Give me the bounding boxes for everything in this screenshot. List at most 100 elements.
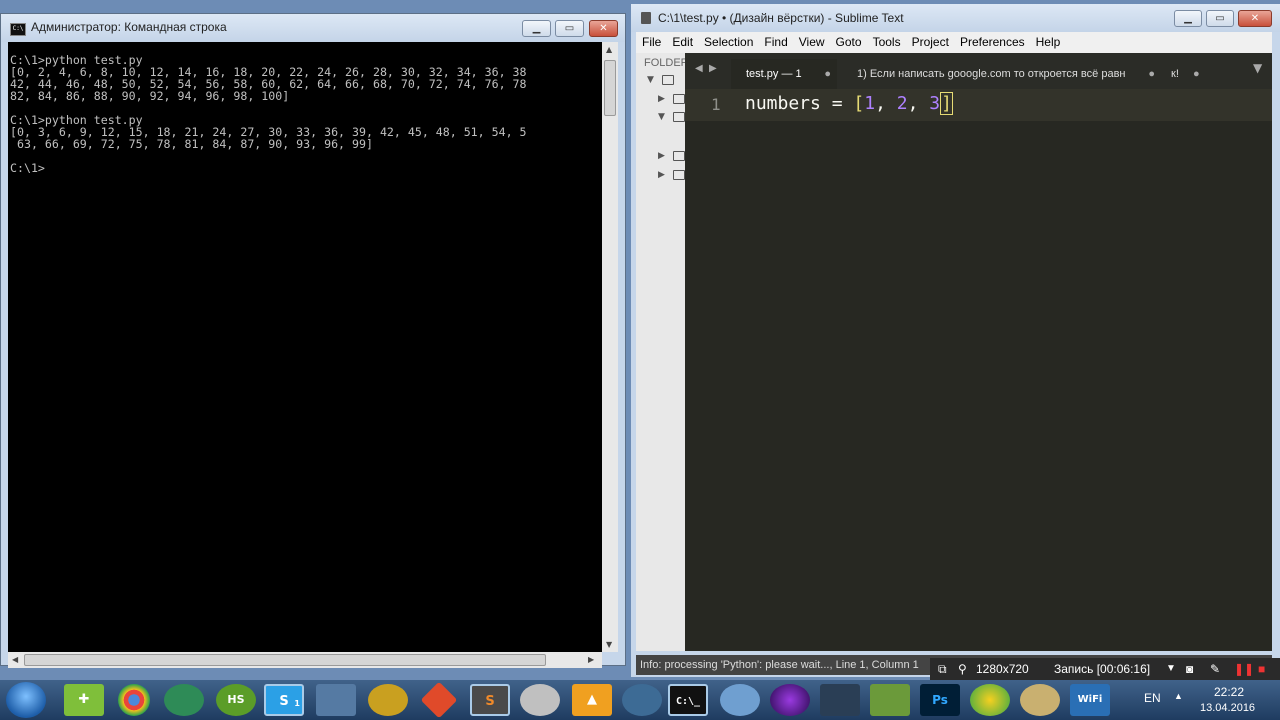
- sublime-window[interactable]: C:\1\test.py • (Дизайн вёрстки) - Sublim…: [631, 4, 1280, 677]
- menu-help[interactable]: Help: [1030, 32, 1066, 49]
- app-icon[interactable]: [520, 684, 560, 716]
- app-icon[interactable]: [622, 684, 662, 716]
- app-icon[interactable]: [820, 684, 860, 716]
- language-indicator[interactable]: EN: [1144, 691, 1161, 705]
- tab-partial[interactable]: к! ●: [1169, 59, 1239, 89]
- close-button[interactable]: ✕: [589, 20, 618, 37]
- sidebar-header: FOLDERS: [644, 57, 685, 69]
- globe-icon[interactable]: [164, 684, 204, 716]
- folder-icon[interactable]: [673, 94, 685, 104]
- zoom-icon[interactable]: ⚲: [958, 658, 967, 680]
- app-icon[interactable]: [720, 684, 760, 716]
- git-icon[interactable]: [420, 681, 458, 719]
- tab-label: 1) Если написать gooogle.com то откроетс…: [857, 68, 1126, 80]
- menu-goto[interactable]: Goto: [830, 32, 867, 49]
- scroll-thumb[interactable]: [604, 60, 616, 116]
- cmd-window[interactable]: C:\ Администратор: Командная строка ▁ ▭ …: [0, 13, 626, 668]
- start-button[interactable]: [6, 682, 46, 718]
- menu-project[interactable]: Project: [906, 32, 954, 49]
- skype-icon[interactable]: S1: [264, 684, 304, 716]
- menu-file[interactable]: File: [636, 32, 666, 49]
- cmd-icon[interactable]: C:\_: [668, 684, 708, 716]
- wifi-icon[interactable]: WiFi: [1070, 684, 1110, 716]
- sublime-icon[interactable]: S: [470, 684, 510, 716]
- scroll-up-icon[interactable]: ▲: [606, 45, 612, 54]
- recording-timer: Запись [00:06:16]: [1054, 662, 1151, 676]
- cmd-titlebar[interactable]: C:\ Администратор: Командная строка ▁ ▭ …: [1, 14, 625, 42]
- app-icon[interactable]: [1020, 684, 1060, 716]
- collapse-triangle-icon[interactable]: ▶: [658, 151, 665, 161]
- code-number: 2: [896, 93, 908, 114]
- code-separator: ,: [907, 93, 930, 114]
- close-button[interactable]: ✕: [1238, 10, 1272, 27]
- app-icon[interactable]: [970, 684, 1010, 716]
- expand-triangle-icon[interactable]: ▼: [658, 112, 665, 122]
- pause-icon[interactable]: ❚❚: [1234, 658, 1254, 680]
- code-bracket: ]: [940, 92, 953, 115]
- collapse-triangle-icon[interactable]: ▶: [658, 170, 665, 180]
- console-area[interactable]: C:\1>python test.py [0, 2, 4, 6, 8, 10, …: [8, 42, 602, 652]
- scroll-right-icon[interactable]: ▶: [588, 655, 594, 664]
- app-icon[interactable]: [316, 684, 356, 716]
- code-number: 3: [929, 93, 941, 114]
- code-editor[interactable]: 1 numbers = [1, 2, 3]: [685, 89, 1272, 651]
- app-icon[interactable]: [770, 684, 810, 716]
- tab-scroll-left-icon[interactable]: ◀: [695, 63, 703, 74]
- clock-date[interactable]: 13.04.2016: [1200, 702, 1255, 714]
- dropdown-icon[interactable]: ▼: [1166, 658, 1176, 680]
- tab-scroll-right-icon[interactable]: ▶: [709, 63, 717, 74]
- stop-icon[interactable]: ■: [1258, 658, 1265, 680]
- menu-selection[interactable]: Selection: [698, 32, 758, 49]
- sidebar: FOLDERS ▼ ▶ ▼ ▶ ▶: [636, 53, 685, 651]
- menu-edit[interactable]: Edit: [666, 32, 698, 49]
- photoshop-icon[interactable]: Ps: [920, 684, 960, 716]
- chrome-icon[interactable]: [118, 684, 150, 716]
- menu-preferences[interactable]: Preferences: [954, 32, 1030, 49]
- folder-open-icon[interactable]: [662, 75, 674, 85]
- folder-icon[interactable]: [673, 151, 685, 161]
- sublime-titlebar[interactable]: C:\1\test.py • (Дизайн вёрстки) - Sublim…: [631, 4, 1280, 32]
- tab-dirty-icon[interactable]: ●: [1193, 59, 1200, 89]
- code-identifier: numbers: [745, 93, 821, 114]
- cmd-title: Администратор: Командная строка: [31, 20, 227, 34]
- sublime-title: C:\1\test.py • (Дизайн вёрстки) - Sublim…: [658, 11, 904, 25]
- green-app-icon[interactable]: ✚: [64, 684, 104, 716]
- minimize-button[interactable]: ▁: [1174, 10, 1202, 27]
- tab-dirty-icon[interactable]: ●: [1148, 59, 1155, 89]
- hs-icon[interactable]: HS: [216, 684, 256, 716]
- vertical-scrollbar[interactable]: ▲ ▼: [602, 42, 618, 652]
- folder-open-icon[interactable]: [673, 112, 685, 122]
- pen-icon[interactable]: ✎: [1210, 658, 1220, 680]
- minimize-button[interactable]: ▁: [522, 20, 551, 37]
- maximize-button[interactable]: ▭: [555, 20, 584, 37]
- scroll-down-icon[interactable]: ▼: [606, 640, 612, 649]
- menu-view[interactable]: View: [793, 32, 830, 49]
- collapse-triangle-icon[interactable]: ▶: [658, 94, 665, 104]
- camera-icon[interactable]: ◙: [1186, 658, 1193, 680]
- folder-icon[interactable]: [673, 170, 685, 180]
- menu-tools[interactable]: Tools: [867, 32, 906, 49]
- tab-test-py[interactable]: test.py — 1 ●: [731, 59, 837, 89]
- tab-label: test.py — 1: [746, 68, 802, 80]
- expand-triangle-icon[interactable]: ▼: [647, 75, 654, 85]
- recorder-toolbar: ⧉ ⚲ 1280x720 Запись [00:06:16] ▼ ◙ ✎ ❚❚ …: [930, 658, 1280, 680]
- tab-dropdown-icon[interactable]: ▼: [1253, 61, 1262, 75]
- window-icon[interactable]: ⧉: [938, 658, 947, 680]
- maximize-button[interactable]: ▭: [1206, 10, 1234, 27]
- taskbar: ✚ HS S1 S ▲ C:\_ Ps WiFi EN ▲ 22:22 13.0…: [0, 680, 1280, 720]
- menu-find[interactable]: Find: [758, 32, 792, 49]
- code-line[interactable]: numbers = [1, 2, 3]: [745, 92, 953, 115]
- app-icon[interactable]: ▲: [572, 684, 612, 716]
- code-number: 1: [864, 93, 876, 114]
- tab-note[interactable]: 1) Если написать gooogle.com то откроетс…: [849, 59, 1169, 89]
- tray-expand-icon[interactable]: ▲: [1174, 691, 1183, 701]
- app-icon[interactable]: [870, 684, 910, 716]
- code-operator: =: [820, 93, 854, 114]
- scroll-thumb[interactable]: [24, 654, 546, 666]
- scroll-left-icon[interactable]: ◀: [12, 655, 18, 664]
- horizontal-scrollbar[interactable]: ◀ ▶: [8, 652, 602, 668]
- code-bracket: [: [853, 93, 865, 114]
- tab-dirty-icon[interactable]: ●: [824, 59, 831, 89]
- clock-time[interactable]: 22:22: [1214, 685, 1244, 699]
- app-icon[interactable]: [368, 684, 408, 716]
